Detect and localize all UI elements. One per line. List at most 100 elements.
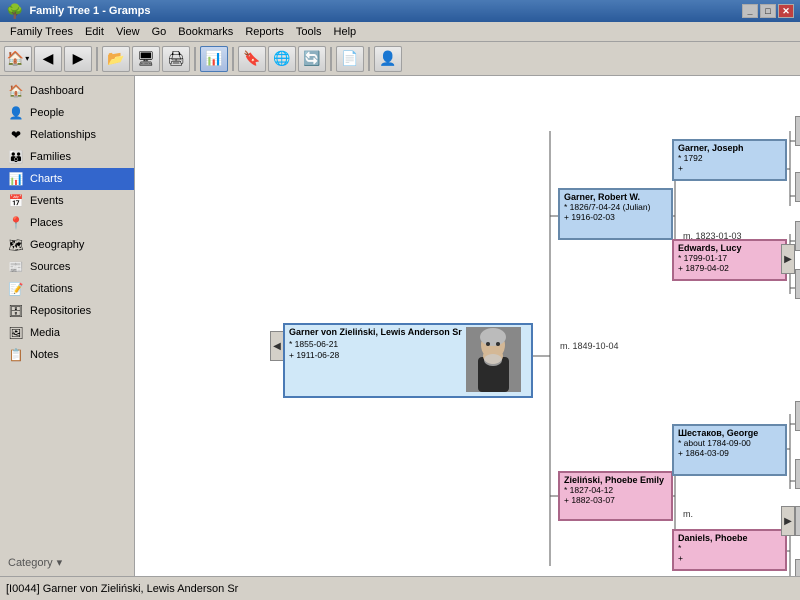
chart-button[interactable]: 📊 [200,46,228,72]
chart-area: ◀ Garner von Zieliński, Lewis Anderson S… [135,76,800,576]
home-button[interactable]: 🏠 ▾ [4,46,32,72]
separator-1 [96,47,98,71]
mf-mother-box[interactable] [795,459,800,489]
forward-button[interactable]: ▶ [64,46,92,72]
father-box[interactable]: Garner, Robert W. * 1826/7-04-24 (Julian… [558,188,673,240]
home-arrow: ▾ [25,54,29,63]
sidebar-item-citations[interactable]: 📝 Citations [0,278,134,300]
sidebar-item-people[interactable]: 👤 People [0,102,134,124]
menu-reports[interactable]: Reports [239,24,290,40]
places-icon: 📍 [8,215,24,231]
title-bar: 🌳 Family Tree 1 - Gramps _ □ ✕ [0,0,800,22]
back-icon: ◀ [43,50,54,67]
open-button[interactable]: 📂 [102,46,130,72]
ff-mother-box[interactable] [795,172,800,202]
app-icon: 🌳 [6,3,23,20]
separator-2 [194,47,196,71]
main-person-photo [466,327,521,392]
repositories-icon: 🗄 [8,303,24,319]
media-icon: 🖼 [8,325,24,341]
marriage3-label: m. [683,509,693,519]
citations-icon: 📝 [8,281,24,297]
sidebar-item-places[interactable]: 📍 Places [0,212,134,234]
web-button[interactable]: 🌐 [268,46,296,72]
sidebar-item-media[interactable]: 🖼 Media [0,322,134,344]
ff-father-box[interactable] [795,116,800,146]
sidebar-item-charts[interactable]: 📊 Charts [0,168,134,190]
menu-help[interactable]: Help [328,24,363,40]
sidebar-item-sources[interactable]: 📰 Sources [0,256,134,278]
status-text: [I0044] Garner von Zieliński, Lewis Ande… [6,583,238,595]
sidebar-item-events[interactable]: 📅 Events [0,190,134,212]
chart-icon: 📊 [205,50,222,67]
toolbar: 🏠 ▾ ◀ ▶ 📂 🖥 🖨 📊 🔖 🌐 🔄 📄 👤 [0,42,800,76]
maximize-button[interactable]: □ [760,4,776,18]
families-icon: 👪 [8,149,24,165]
mothers-father-box[interactable]: Шестаков, George * about 1784-09-00 + 18… [672,424,787,476]
marriage2-label: m. 1849-10-04 [560,341,619,351]
mm-father-box[interactable] [795,506,800,536]
fullscreen-button[interactable]: 🖥 [132,46,160,72]
charts-icon: 📊 [8,171,24,187]
menu-view[interactable]: View [110,24,146,40]
sidebar-item-dashboard[interactable]: 🏠 Dashboard [0,80,134,102]
category-selector[interactable]: Category ▾ [0,553,134,572]
scroll-right-icon-2: ▶ [784,516,792,527]
scroll-left-icon: ◀ [273,341,281,352]
fathers-mother-box[interactable]: Edwards, Lucy * 1799-01-17 + 1879-04-02 [672,239,787,281]
print-button[interactable]: 🖨 [162,46,190,72]
globe-icon: 🔄 [303,50,320,67]
blank-icon: 📄 [341,50,358,67]
separator-3 [232,47,234,71]
menu-bookmarks[interactable]: Bookmarks [172,24,239,40]
events-icon: 📅 [8,193,24,209]
menu-go[interactable]: Go [146,24,173,40]
separator-5 [368,47,370,71]
people-icon: 👤 [8,105,24,121]
category-arrow-icon: ▾ [57,556,63,569]
main-layout: 🏠 Dashboard 👤 People ❤ Relationships 👪 F… [0,76,800,576]
fm-mother-box[interactable] [795,269,800,299]
forward-icon: ▶ [73,50,84,67]
person-button[interactable]: 👤 [374,46,402,72]
sidebar-item-geography[interactable]: 🗺 Geography [0,234,134,256]
fm-father-box[interactable] [795,221,800,251]
scroll-left-button[interactable]: ◀ [270,331,284,361]
menu-bar: Family Trees Edit View Go Bookmarks Repo… [0,22,800,42]
menu-tools[interactable]: Tools [290,24,328,40]
main-person-box[interactable]: Garner von Zieliński, Lewis Anderson Sr … [283,323,533,398]
globe-button[interactable]: 🔄 [298,46,326,72]
person-icon: 👤 [379,50,396,67]
menu-family-trees[interactable]: Family Trees [4,24,79,40]
minimize-button[interactable]: _ [742,4,758,18]
separator-4 [330,47,332,71]
print-icon: 🖨 [167,50,185,67]
bookmark-icon: 🔖 [243,50,260,67]
window-controls: _ □ ✕ [742,4,794,18]
sidebar-item-notes[interactable]: 📋 Notes [0,344,134,366]
close-button[interactable]: ✕ [778,4,794,18]
scroll-right-icon-1: ▶ [784,254,792,265]
notes-icon: 📋 [8,347,24,363]
fathers-father-box[interactable]: Garner, Joseph * 1792 + [672,139,787,181]
sidebar-item-relationships[interactable]: ❤ Relationships [0,124,134,146]
sidebar: 🏠 Dashboard 👤 People ❤ Relationships 👪 F… [0,76,135,576]
scroll-right-button-2[interactable]: ▶ [781,506,795,536]
mf-father-box[interactable] [795,401,800,431]
relationships-icon: ❤ [8,127,24,143]
bookmark-button[interactable]: 🔖 [238,46,266,72]
fullscreen-icon: 🖥 [137,50,155,67]
dashboard-icon: 🏠 [8,83,24,99]
geography-icon: 🗺 [8,237,24,253]
scroll-right-button-1[interactable]: ▶ [781,244,795,274]
mm-mother-box[interactable] [795,559,800,576]
sidebar-item-families[interactable]: 👪 Families [0,146,134,168]
menu-edit[interactable]: Edit [79,24,110,40]
mother-box[interactable]: Zieliński, Phoebe Emily * 1827-04-12 + 1… [558,471,673,521]
sidebar-item-repositories[interactable]: 🗄 Repositories [0,300,134,322]
mothers-mother-box[interactable]: Daniels, Phoebe * + [672,529,787,571]
app-title: Family Tree 1 - Gramps [29,5,150,17]
blank-button[interactable]: 📄 [336,46,364,72]
web-icon: 🌐 [273,50,290,67]
back-button[interactable]: ◀ [34,46,62,72]
